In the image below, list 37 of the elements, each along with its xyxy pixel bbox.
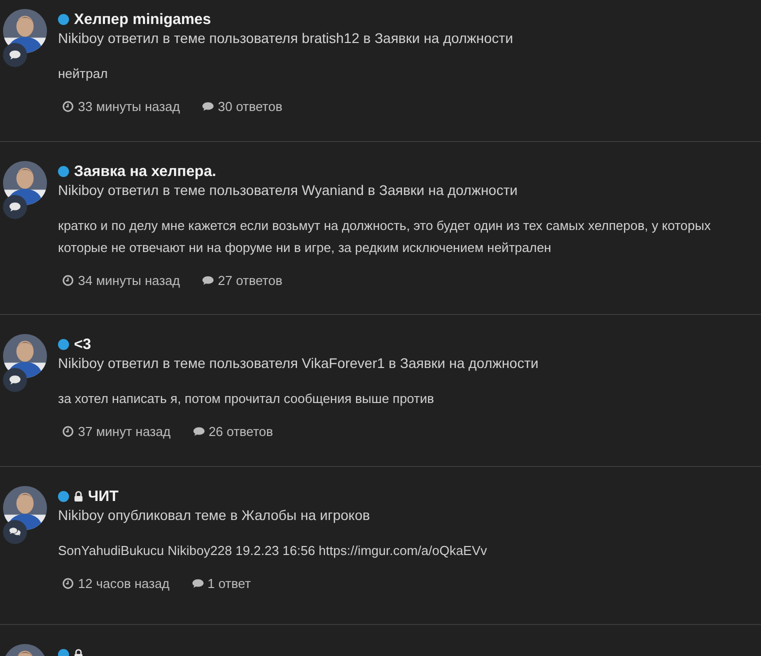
activity-text: Nikiboy ответил в теме пользователя VikaForever1 в Заявки на должности xyxy=(58,355,540,371)
unread-dot xyxy=(58,338,69,350)
post-excerpt: которые не отвечают ни на форуме ни в игре, за редким исключением нейтрален xyxy=(58,239,552,257)
post-excerpt: кратко и по делу мне кажется если возьмут на должность, это будет один из тех самых хелперов, у которых xyxy=(58,217,712,235)
time-text: 37 минут назад xyxy=(78,424,171,439)
activity-text: Nikiboy ответил в теме пользователя Wyaniand в Заявки на должности xyxy=(58,182,519,198)
reply-count: 27 ответов xyxy=(218,273,282,288)
clock-icon xyxy=(62,101,74,112)
thread-title-link[interactable]: ЧИТ xyxy=(88,488,118,504)
activity-text: Nikiboy ответил в теме пользователя bratish12 в Заявки на должности xyxy=(58,30,514,46)
clock-icon xyxy=(62,578,74,589)
post-excerpt: SonYahudiBukucu Nikiboy228 19.2.23 16:56 https://imgur.com/a/oQkaEVv xyxy=(58,542,488,560)
speech-bubble-icon xyxy=(202,275,214,286)
reply-count: 26 ответов xyxy=(208,424,274,439)
unread-dot xyxy=(58,490,69,502)
time-text: 12 часов назад xyxy=(78,576,170,591)
speech-bubble-icon xyxy=(202,101,214,112)
thread-title-link[interactable]: Хелпер minigames xyxy=(74,10,211,28)
time-text: 33 минуты назад xyxy=(78,99,180,114)
clock-icon xyxy=(62,275,74,286)
post-excerpt: нейтрал xyxy=(58,65,109,83)
thread-title-link[interactable]: Заявка на хелпера. xyxy=(74,162,216,180)
time-text: 34 минуты назад xyxy=(78,273,180,288)
speech-bubble-icon xyxy=(9,375,21,385)
reply-count: 1 ответ xyxy=(208,576,251,591)
thread-title-link[interactable]: <3 xyxy=(74,336,92,352)
activity-text: Nikiboy опубликовал теме в Жалобы на игроков xyxy=(58,507,371,523)
clock-icon xyxy=(62,426,74,437)
unread-dot xyxy=(58,14,69,24)
post-excerpt: за хотел написать я, потом прочитал сообщения выше против xyxy=(58,390,435,408)
unread-dot xyxy=(58,166,69,176)
speech-bubble-icon xyxy=(9,50,21,60)
speech-bubble-icon xyxy=(192,578,204,589)
speech-bubble-icon xyxy=(192,426,205,437)
speech-bubbles-icon xyxy=(9,527,21,537)
reply-count: 30 ответов xyxy=(218,99,282,114)
speech-bubble-icon xyxy=(9,202,21,212)
